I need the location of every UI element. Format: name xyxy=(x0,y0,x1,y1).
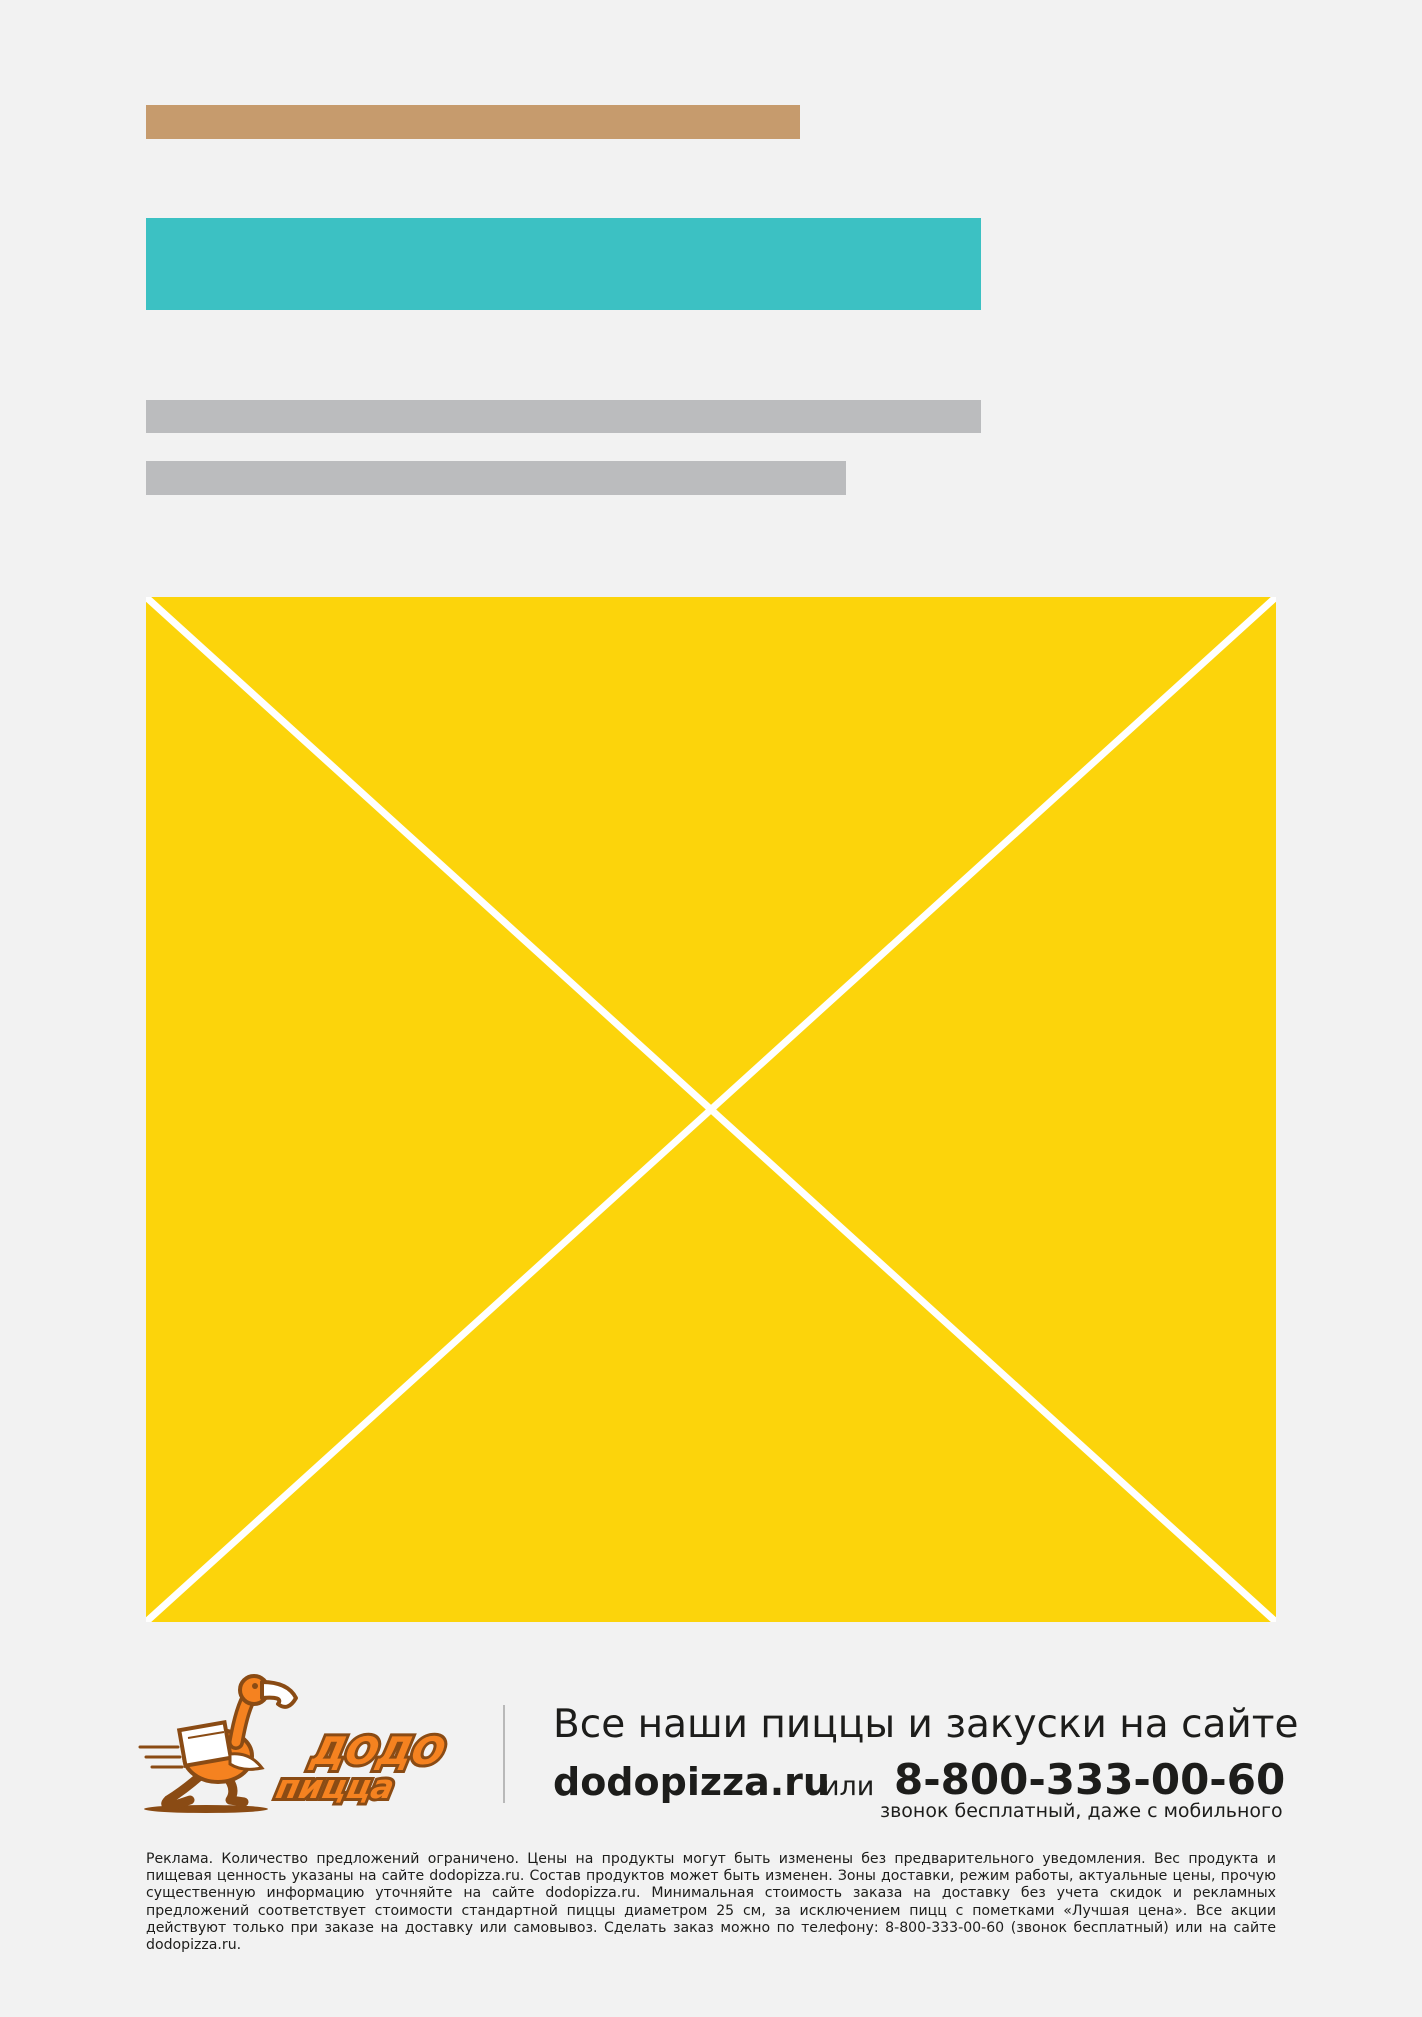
site-link[interactable]: dodopizza.ru xyxy=(553,1754,830,1810)
dodo-pizza-logo: ДОДО пицца xyxy=(138,1668,458,1818)
or-separator: или xyxy=(822,1771,875,1802)
headline-placeholder-bar xyxy=(146,105,800,139)
phone-note: звонок бесплатный, даже с мобильного xyxy=(880,1800,1283,1822)
footer-divider xyxy=(503,1705,505,1803)
title-placeholder-bar xyxy=(146,218,981,310)
footer-tagline: Все наши пиццы и закуски на сайте xyxy=(553,1702,1299,1747)
image-placeholder xyxy=(146,597,1276,1622)
legal-disclaimer: Реклама. Количество предложений ограниче… xyxy=(146,1851,1276,1954)
logo-text-pizza: пицца xyxy=(273,1767,398,1806)
text-placeholder-line-2 xyxy=(146,461,846,495)
text-placeholder-line-1 xyxy=(146,400,981,433)
